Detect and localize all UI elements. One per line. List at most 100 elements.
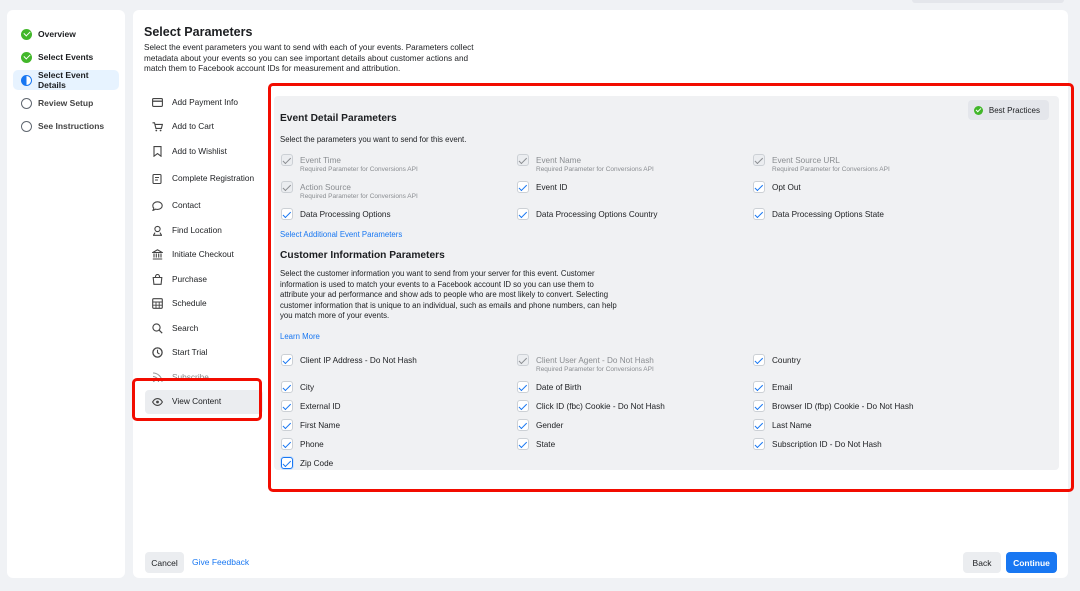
event-item-schedule[interactable]: Schedule xyxy=(145,292,263,317)
param-browser-id-fbp[interactable]: Browser ID (fbp) Cookie - Do Not Hash xyxy=(753,400,914,412)
step-see-instructions[interactable]: See Instructions xyxy=(13,116,119,136)
event-item-add-to-wishlist[interactable]: Add to Wishlist xyxy=(145,139,263,164)
checkbox[interactable] xyxy=(753,381,765,393)
cart-icon xyxy=(151,121,163,133)
learn-more-link[interactable]: Learn More xyxy=(280,332,320,341)
event-label: Purchase xyxy=(172,273,208,284)
param-date-of-birth[interactable]: Date of Birth xyxy=(517,381,582,393)
param-name: Data Processing Options xyxy=(300,210,391,219)
registration-icon xyxy=(151,173,163,185)
param-name: Event ID xyxy=(536,183,568,192)
param-first-name[interactable]: First Name xyxy=(281,419,340,431)
event-label: Start Trial xyxy=(172,347,208,358)
event-item-view-content[interactable]: View Content xyxy=(145,389,263,414)
continue-button[interactable]: Continue xyxy=(1006,552,1057,573)
checkbox xyxy=(281,181,293,193)
checkbox[interactable] xyxy=(281,354,293,366)
checkbox[interactable] xyxy=(517,181,529,193)
checkbox xyxy=(281,154,293,166)
step-label: See Instructions xyxy=(38,121,105,131)
checkbox[interactable] xyxy=(281,419,293,431)
top-edge-bar xyxy=(912,0,1064,3)
event-item-purchase[interactable]: Purchase xyxy=(145,267,263,292)
param-state[interactable]: State xyxy=(517,438,555,450)
checkbox[interactable] xyxy=(753,438,765,450)
event-detail-parameters-title: Event Detail Parameters xyxy=(280,113,397,124)
step-select-event-details[interactable]: Select Event Details xyxy=(13,70,119,90)
bank-icon xyxy=(151,249,163,261)
checkbox[interactable] xyxy=(753,181,765,193)
bookmark-icon xyxy=(151,145,163,157)
param-click-id-fbc[interactable]: Click ID (fbc) Cookie - Do Not Hash xyxy=(517,400,665,412)
param-name: Country xyxy=(772,356,801,365)
param-name: Phone xyxy=(300,440,324,449)
event-item-find-location[interactable]: Find Location xyxy=(145,218,263,243)
customer-information-description: Select the customer information you want… xyxy=(280,269,617,320)
checkbox[interactable] xyxy=(517,208,529,220)
param-opt-out[interactable]: Opt Out xyxy=(753,181,801,193)
cancel-button[interactable]: Cancel xyxy=(145,552,184,573)
param-data-processing-options-state[interactable]: Data Processing Options State xyxy=(753,208,884,220)
param-data-processing-options-country[interactable]: Data Processing Options Country xyxy=(517,208,658,220)
checkbox[interactable] xyxy=(753,400,765,412)
param-zip-code[interactable]: Zip Code xyxy=(281,457,333,469)
param-client-ip-address[interactable]: Client IP Address - Do Not Hash xyxy=(281,354,417,366)
event-item-subscribe[interactable]: Subscribe xyxy=(145,365,263,390)
event-item-add-to-cart[interactable]: Add to Cart xyxy=(145,115,263,140)
half-circle-icon xyxy=(21,74,32,86)
param-phone[interactable]: Phone xyxy=(281,438,324,450)
event-label: Add to Cart xyxy=(172,121,214,132)
param-last-name[interactable]: Last Name xyxy=(753,419,812,431)
event-item-start-trial[interactable]: Start Trial xyxy=(145,341,263,366)
back-button[interactable]: Back xyxy=(963,552,1001,573)
give-feedback-link[interactable]: Give Feedback xyxy=(192,557,249,567)
param-subscription-id[interactable]: Subscription ID - Do Not Hash xyxy=(753,438,882,450)
param-sub: Required Parameter for Conversions API xyxy=(536,166,654,173)
event-item-contact[interactable]: Contact xyxy=(145,194,263,219)
best-practices-button[interactable]: Best Practices xyxy=(967,100,1049,120)
check-circle-icon xyxy=(21,28,32,40)
checkbox[interactable] xyxy=(517,419,529,431)
param-client-user-agent: Client User Agent - Do Not Hash Required … xyxy=(517,354,654,374)
event-details-panel: Event Detail Parameters Best Practices S… xyxy=(274,96,1059,470)
checkbox[interactable] xyxy=(517,400,529,412)
param-name: Browser ID (fbp) Cookie - Do Not Hash xyxy=(772,402,914,411)
step-select-events[interactable]: Select Events xyxy=(13,47,119,67)
credit-card-icon xyxy=(151,96,163,108)
event-item-initiate-checkout[interactable]: Initiate Checkout xyxy=(145,243,263,268)
event-detail-parameters-subtitle: Select the parameters you want to send f… xyxy=(280,135,467,144)
checkbox[interactable] xyxy=(517,438,529,450)
param-city[interactable]: City xyxy=(281,381,314,393)
checkbox[interactable] xyxy=(753,419,765,431)
checkbox xyxy=(753,154,765,166)
param-event-id[interactable]: Event ID xyxy=(517,181,567,193)
param-name: External ID xyxy=(300,402,341,411)
param-name: Date of Birth xyxy=(536,383,582,392)
step-label: Select Event Details xyxy=(38,70,89,90)
event-item-complete-registration[interactable]: Complete Registration xyxy=(145,164,263,194)
param-name: Data Processing Options State xyxy=(772,210,884,219)
param-country[interactable]: Country xyxy=(753,354,801,366)
param-data-processing-options[interactable]: Data Processing Options xyxy=(281,208,391,220)
param-external-id[interactable]: External ID xyxy=(281,400,341,412)
checkbox[interactable] xyxy=(281,438,293,450)
param-email[interactable]: Email xyxy=(753,381,792,393)
event-label: Search xyxy=(172,322,199,333)
checkbox[interactable] xyxy=(517,381,529,393)
param-name: Last Name xyxy=(772,421,812,430)
checkbox[interactable] xyxy=(281,381,293,393)
location-pin-icon xyxy=(151,224,163,236)
checkbox[interactable] xyxy=(281,208,293,220)
param-gender[interactable]: Gender xyxy=(517,419,563,431)
event-label: Contact xyxy=(172,200,201,211)
page-title: Select Parameters xyxy=(144,25,253,39)
event-item-add-payment-info[interactable]: Add Payment Info xyxy=(145,90,263,115)
step-review-setup[interactable]: Review Setup xyxy=(13,93,119,113)
checkbox[interactable] xyxy=(281,457,293,469)
event-item-search[interactable]: Search xyxy=(145,316,263,341)
step-overview[interactable]: Overview xyxy=(13,24,119,44)
checkbox[interactable] xyxy=(753,354,765,366)
checkbox[interactable] xyxy=(281,400,293,412)
select-additional-event-parameters-link[interactable]: Select Additional Event Parameters xyxy=(280,230,402,239)
checkbox[interactable] xyxy=(753,208,765,220)
